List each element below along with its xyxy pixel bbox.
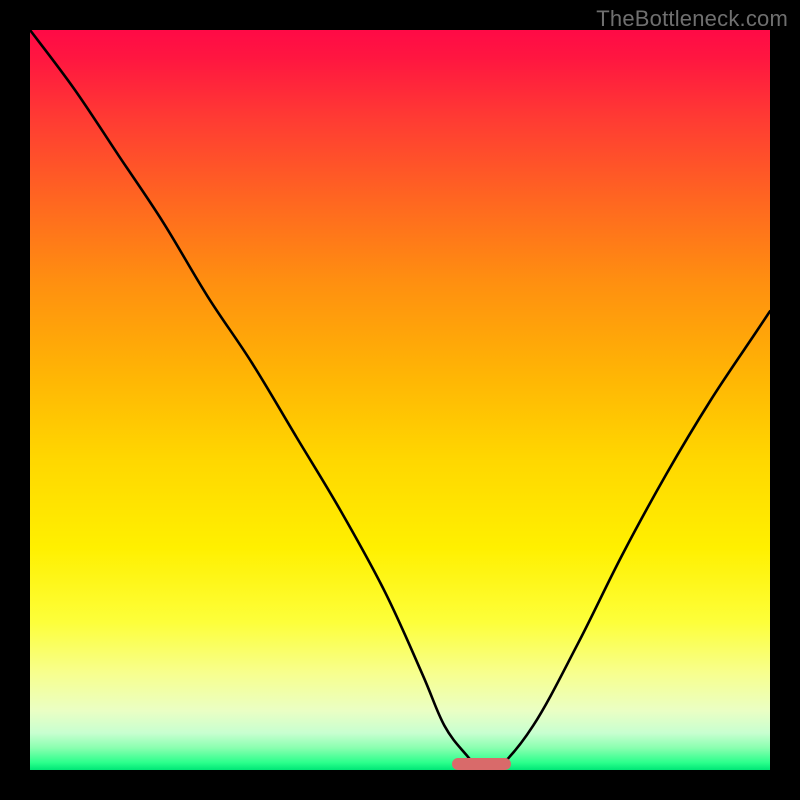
- severity-gradient: [30, 30, 770, 770]
- watermark-text: TheBottleneck.com: [596, 6, 788, 32]
- chart-stage: TheBottleneck.com: [0, 0, 800, 800]
- plot-area: [30, 30, 770, 770]
- optimal-range-marker: [452, 758, 511, 770]
